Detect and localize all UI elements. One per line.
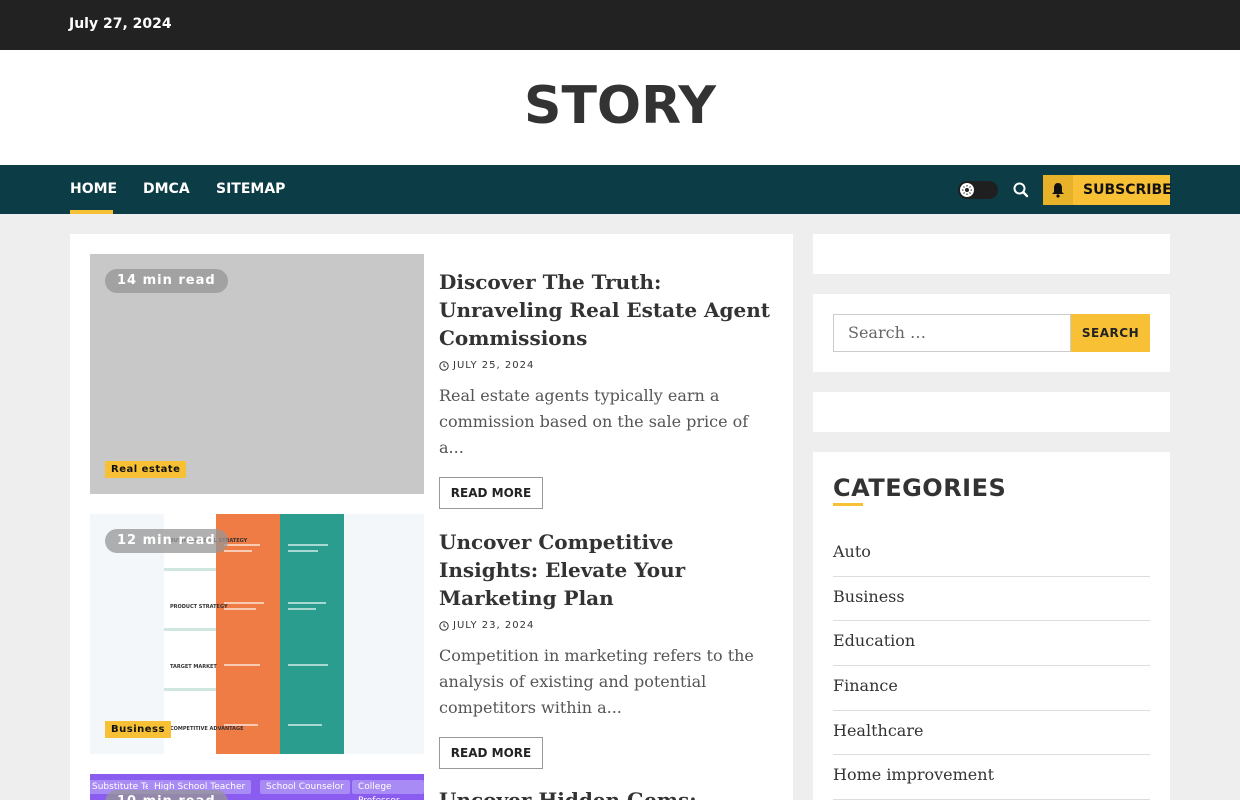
post-thumbnail[interactable]: BUSINESS LEVEL STRATEGY PRODUCT STRATEGY… <box>90 514 424 754</box>
infographic-label: COMPETITIVE ADVANTAGE <box>170 726 244 732</box>
post-item: BUSINESS LEVEL STRATEGY PRODUCT STRATEGY… <box>90 514 773 769</box>
post-title[interactable]: Uncover Competitive Insights: Elevate Yo… <box>439 528 773 612</box>
post-title[interactable]: Uncover Hidden Gems: <box>439 786 773 800</box>
active-nav-indicator <box>70 210 113 214</box>
category-badge[interactable]: Business <box>105 721 171 738</box>
infographic-text-line <box>224 664 260 666</box>
read-more-button[interactable]: READ MORE <box>439 737 543 769</box>
search-input[interactable]: Search … <box>833 314 1071 352</box>
masthead: STORY <box>0 50 1240 165</box>
infographic-text-line <box>288 608 316 610</box>
category-list: Auto Business Education Finance Healthca… <box>833 532 1150 800</box>
clock-icon <box>439 620 449 631</box>
read-time-badge: 10 min read <box>105 790 228 800</box>
thumbnail-pill: School Counselor <box>260 780 350 794</box>
post-date-text: JULY 23, 2024 <box>453 620 535 631</box>
search-widget: Search … SEARCH <box>813 294 1170 372</box>
search-icon[interactable] <box>1012 181 1030 199</box>
subscribe-button[interactable]: SUBSCRIBE <box>1043 175 1172 205</box>
sidebar-widget <box>813 234 1170 274</box>
categories-widget: CATEGORIES Auto Business Education Finan… <box>813 452 1170 800</box>
bell-icon <box>1043 175 1073 205</box>
read-time-badge: 12 min read <box>105 529 228 553</box>
category-link[interactable]: Auto <box>833 532 1150 577</box>
post-thumbnail[interactable]: Substitute Teacher High School Teacher S… <box>90 774 424 800</box>
nav-item-home[interactable]: HOME <box>70 181 117 197</box>
infographic-text-line <box>224 550 252 552</box>
nav-item-sitemap[interactable]: SITEMAP <box>216 181 285 197</box>
post-list-panel: 14 min read Real estate Discover The Tru… <box>70 234 793 800</box>
post-date-text: JULY 25, 2024 <box>453 360 535 371</box>
nav-item-dmca[interactable]: DMCA <box>143 181 190 197</box>
search-button[interactable]: SEARCH <box>1071 314 1150 352</box>
post-body: Uncover Hidden Gems: <box>439 786 773 800</box>
infographic-text-line <box>224 724 258 726</box>
infographic-text-line <box>288 550 318 552</box>
post-body: Uncover Competitive Insights: Elevate Yo… <box>439 528 773 769</box>
category-badge[interactable]: Real estate <box>105 461 187 478</box>
categories-title: CATEGORIES <box>833 474 1007 502</box>
category-link[interactable]: Education <box>833 621 1150 667</box>
subscribe-label: SUBSCRIBE <box>1083 182 1172 198</box>
infographic-text-line <box>288 664 328 666</box>
infographic-label: PRODUCT STRATEGY <box>170 604 228 610</box>
infographic-text-line <box>288 544 328 546</box>
infographic-text-line <box>224 602 264 604</box>
post-date: JULY 23, 2024 <box>439 620 773 631</box>
thumbnail-pill: College Professor <box>352 780 424 800</box>
infographic-text-line <box>288 724 322 726</box>
infographic-label: TARGET MARKET <box>170 664 217 670</box>
post-thumbnail[interactable]: 14 min read Real estate <box>90 254 424 494</box>
dark-mode-toggle[interactable] <box>958 181 998 199</box>
infographic-divider <box>164 568 216 571</box>
infographic-text-line <box>224 544 260 546</box>
category-link[interactable]: Finance <box>833 666 1150 711</box>
category-link[interactable]: Healthcare <box>833 711 1150 756</box>
title-underline <box>833 503 863 506</box>
read-time-badge: 14 min read <box>105 269 228 293</box>
infographic-text-line <box>288 602 326 604</box>
read-more-button[interactable]: READ MORE <box>439 477 543 509</box>
post-item: 14 min read Real estate Discover The Tru… <box>90 254 773 509</box>
post-date: JULY 25, 2024 <box>439 360 773 371</box>
sidebar-widget <box>813 392 1170 432</box>
category-link[interactable]: Business <box>833 577 1150 622</box>
top-bar: July 27, 2024 <box>0 0 1240 50</box>
infographic-text-line <box>224 608 256 610</box>
infographic-divider <box>164 628 216 631</box>
infographic-divider <box>164 688 216 691</box>
post-excerpt: Real estate agents typically earn a comm… <box>439 386 749 457</box>
clock-icon <box>439 360 449 371</box>
sun-icon <box>960 183 974 197</box>
current-date: July 27, 2024 <box>69 16 172 32</box>
post-item: Substitute Teacher High School Teacher S… <box>90 774 773 800</box>
post-body: Discover The Truth: Unraveling Real Esta… <box>439 268 773 509</box>
site-title[interactable]: STORY <box>0 76 1240 136</box>
category-link[interactable]: Home improvement <box>833 755 1150 800</box>
post-excerpt: Competition in marketing refers to the a… <box>439 646 754 717</box>
post-title[interactable]: Discover The Truth: Unraveling Real Esta… <box>439 268 773 352</box>
